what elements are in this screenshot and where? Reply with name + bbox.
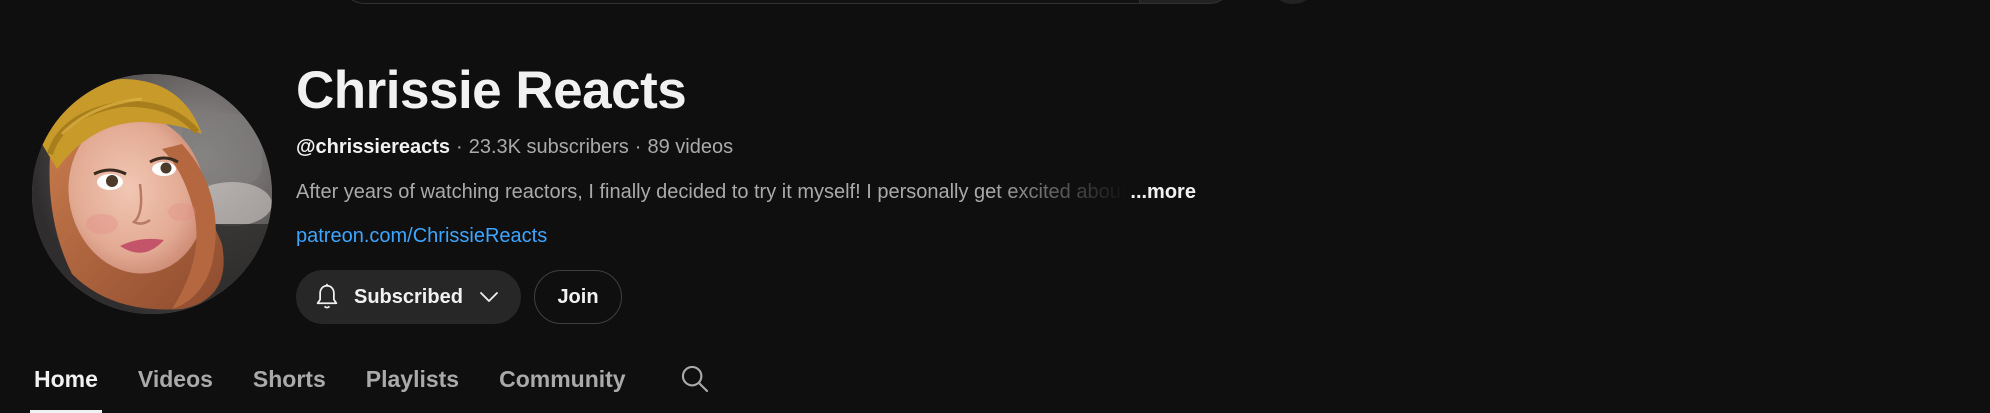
subscriber-count: 23.3K subscribers <box>468 136 629 158</box>
channel-page: Chrissie Reacts @chrissiereacts · 23.3K su… <box>0 0 1990 413</box>
search-icon[interactable] <box>678 362 712 396</box>
meta-separator: · <box>634 136 642 158</box>
tab-playlists[interactable]: Playlists <box>364 360 461 398</box>
join-button[interactable]: Join <box>534 270 622 324</box>
tab-videos[interactable]: Videos <box>136 360 215 398</box>
channel-handle: @chrissiereacts <box>296 136 451 158</box>
more-button[interactable]: ...more <box>1130 179 1196 205</box>
channel-description[interactable]: After years of watching reactors, I fina… <box>296 179 1196 205</box>
channel-meta: @chrissiereacts · 23.3K subscribers · 89 vid… <box>296 134 733 160</box>
channel-avatar[interactable] <box>32 74 272 314</box>
channel-tabs: Home Videos Shorts Playlists Community <box>30 360 712 413</box>
search-input[interactable] <box>340 0 1140 4</box>
join-label: Join <box>557 285 599 308</box>
chevron-down-icon <box>477 285 501 309</box>
avatar-photo-icon <box>32 74 272 314</box>
channel-title: Chrissie Reacts <box>296 61 687 120</box>
voice-search-button[interactable] <box>1268 0 1318 4</box>
tab-home[interactable]: Home <box>30 360 102 413</box>
subscribed-button[interactable]: Subscribed <box>296 270 521 324</box>
channel-link[interactable]: patreon.com/ChrissieReacts <box>296 223 547 249</box>
subscribed-label: Subscribed <box>354 285 463 308</box>
video-count: 89 videos <box>647 136 734 158</box>
tab-shorts[interactable]: Shorts <box>251 360 328 398</box>
description-text: After years of watching reactors, I fina… <box>296 181 1127 203</box>
bell-icon <box>312 282 342 312</box>
search-button[interactable] <box>1140 0 1234 4</box>
meta-separator: · <box>456 136 463 158</box>
tab-community[interactable]: Community <box>497 360 628 398</box>
